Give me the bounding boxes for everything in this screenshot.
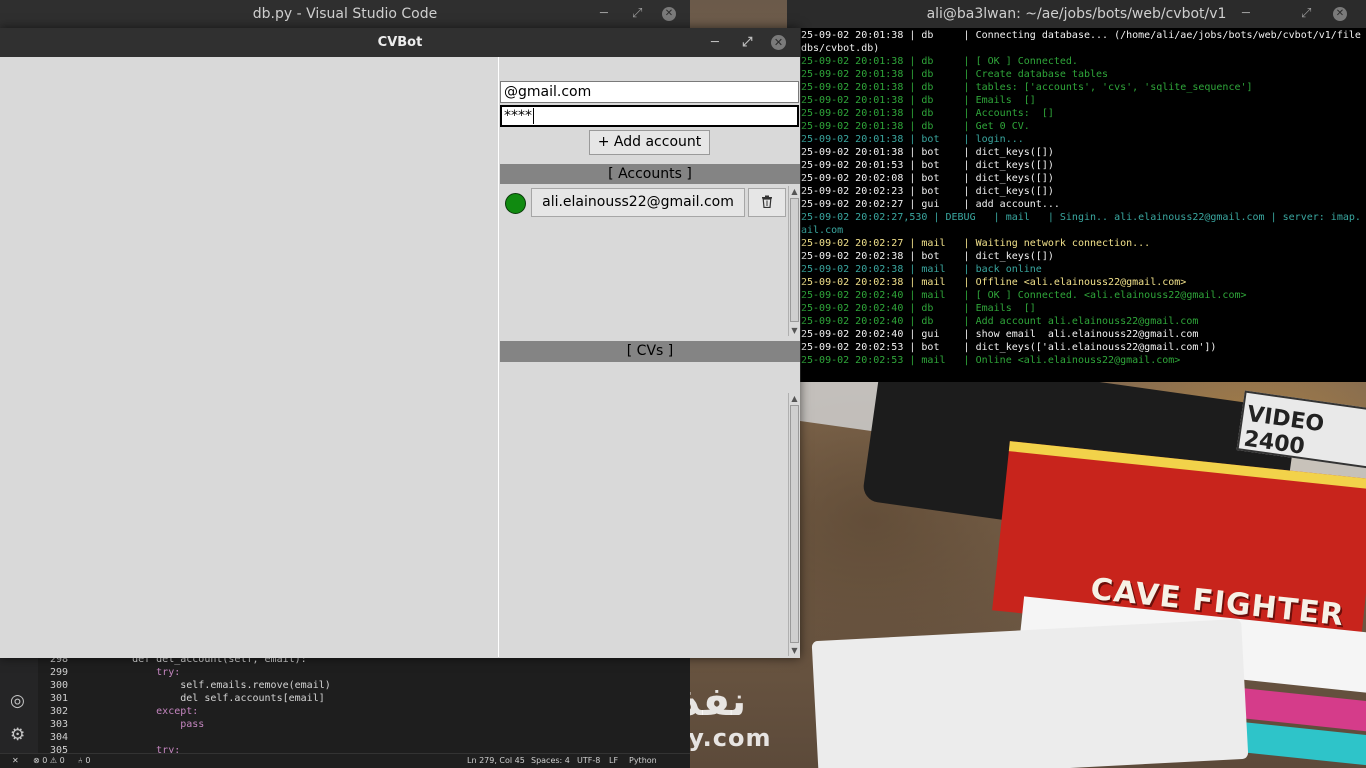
terminal-output[interactable]: 25-09-02 20:01:38 | db | Connecting data… [801,28,1366,382]
add-account-button[interactable]: + Add account [589,130,710,155]
terminal-line: ail.com [801,225,844,236]
code-line: 304 [49,732,68,743]
terminal-line: 25-09-02 20:01:38 | db | tables: ['accou… [801,82,1253,93]
terminal-line: 25-09-02 20:02:40 | db | Emails [] [801,303,1036,314]
language-mode[interactable]: Python [629,754,657,768]
cursor-position[interactable]: Ln 279, Col 45 [467,754,525,768]
code-line: 300 self.emails.remove(email) [49,680,331,691]
terminal-line: 25-09-02 20:01:38 | bot | login... [801,134,1024,145]
text-cursor [533,108,534,124]
control-panel: **** + Add account [ Accounts ] ali.elai… [500,57,800,657]
vscode-titlebar[interactable]: db.py - Visual Studio Code ─ ⤢ ✕ [0,0,690,28]
password-mask: **** [504,108,532,124]
scroll-up-icon[interactable]: ▲ [789,186,800,197]
terminal-line: 25-09-02 20:01:53 | bot | dict_keys([]) [801,160,1054,171]
cvbot-titlebar[interactable]: CVBot ─ ⤢ ✕ [0,28,800,57]
terminal-line: 25-09-02 20:01:38 | db | Connecting data… [801,30,1361,41]
code-line: 302 except: [49,706,199,717]
cvbot-title: CVBot [377,35,423,50]
terminal-line: 25-09-02 20:02:40 | gui | show email ali… [801,329,1199,340]
cv-preview-pane [1,57,499,657]
cvs-list: ▲ ▼ [500,391,800,657]
terminal-titlebar[interactable]: ali@ba3lwan: ~/ae/jobs/bots/web/cvbot/v1… [787,0,1366,28]
terminal-line: 25-09-02 20:02:38 | bot | dict_keys([]) [801,251,1054,262]
terminal-line: 25-09-02 20:02:53 | bot | dict_keys(['al… [801,342,1217,353]
terminal-line: 25-09-02 20:02:38 | mail | Offline <ali.… [801,277,1187,288]
close-icon[interactable]: ✕ [662,7,676,21]
terminal-line: 25-09-02 20:01:38 | bot | dict_keys([]) [801,147,1054,158]
minimize-icon[interactable]: ─ [711,28,719,57]
online-status-icon [505,193,526,214]
encoding[interactable]: UTF-8 [577,754,600,768]
terminal-line: 25-09-02 20:01:38 | db | Emails [] [801,95,1036,106]
close-icon[interactable]: ✕ [1333,7,1347,21]
scroll-down-icon[interactable]: ▼ [789,325,800,336]
terminal-line: 25-09-02 20:02:27,530 | DEBUG | mail | S… [801,212,1361,223]
account-icon[interactable]: ◎ [10,691,25,711]
email-input[interactable] [500,81,799,103]
maximize-icon[interactable]: ⤢ [1301,0,1311,28]
terminal-line: 25-09-02 20:02:53 | mail | Online <ali.e… [801,355,1181,366]
maximize-icon[interactable]: ⤢ [742,28,752,57]
terminal-line: 25-09-02 20:02:40 | db | Add account ali… [801,316,1199,327]
terminal-window: ali@ba3lwan: ~/ae/jobs/bots/web/cvbot/v1… [787,0,1366,382]
terminal-line: 25-09-02 20:02:08 | bot | dict_keys([]) [801,173,1054,184]
terminal-line: 25-09-02 20:01:38 | db | Create database… [801,69,1109,80]
ports-status[interactable]: ⑃ 0 [78,754,90,768]
code-line: 299 try: [49,667,181,678]
cvs-scrollbar[interactable]: ▲ ▼ [788,393,800,656]
terminal-title: ali@ba3lwan: ~/ae/jobs/bots/web/cvbot/v1 [926,6,1227,22]
terminal-line: 25-09-02 20:01:38 | db | Get 0 CV. [801,121,1030,132]
code-line: 303 pass [49,719,205,730]
terminal-line: 25-09-02 20:02:27 | mail | Waiting netwo… [801,238,1151,249]
minimize-icon[interactable]: ─ [1242,0,1250,28]
code-editor[interactable]: ◎ ⚙ 298 def del_account(self, email): 29… [0,655,690,753]
delete-account-button[interactable] [748,188,786,217]
scroll-thumb[interactable] [790,198,799,322]
terminal-line: 25-09-02 20:01:38 | db | [ OK ] Connecte… [801,56,1078,67]
account-row: ali.elainouss22@gmail.com [500,188,790,218]
accounts-list: ali.elainouss22@gmail.com ▲ ▼ [500,184,800,336]
problems-status[interactable]: ⊗ 0 ⚠ 0 [33,754,65,768]
settings-gear-icon[interactable]: ⚙ [10,725,25,745]
terminal-line: 25-09-02 20:02:27 | gui | add account... [801,199,1060,210]
terminal-line: dbs/cvbot.db) [801,43,880,54]
scroll-up-icon[interactable]: ▲ [789,393,800,404]
accounts-header: [ Accounts ] [500,164,800,185]
maximize-icon[interactable]: ⤢ [632,0,642,28]
line-ending[interactable]: LF [609,754,618,768]
terminal-line: 25-09-02 20:02:40 | mail | [ OK ] Connec… [801,290,1247,301]
terminal-line: 25-09-02 20:02:23 | bot | dict_keys([]) [801,186,1054,197]
wallpaper-cassette-front [811,618,1249,768]
trash-icon [762,195,772,209]
code-line: 301 del self.accounts[email] [49,693,325,704]
cvs-header: [ CVs ] [500,341,800,362]
terminal-line: 25-09-02 20:01:38 | db | Accounts: [] [801,108,1054,119]
code-line: 305 try: [49,745,181,753]
terminal-line: 25-09-02 20:02:38 | mail | back online [801,264,1042,275]
activity-bar: ◎ ⚙ [0,655,38,753]
scroll-thumb[interactable] [790,405,799,643]
cvbot-window: CVBot ─ ⤢ ✕ **** + Add account [ Account… [0,28,800,658]
minimize-icon[interactable]: ─ [600,0,608,28]
remote-icon[interactable]: ✕ [12,754,19,768]
vscode-title: db.py - Visual Studio Code [252,6,438,22]
vscode-status-bar: ✕ ⊗ 0 ⚠ 0 ⑃ 0 Ln 279, Col 45 Spaces: 4 U… [0,753,690,768]
scroll-down-icon[interactable]: ▼ [789,645,800,656]
password-input[interactable]: **** [500,105,799,127]
close-icon[interactable]: ✕ [771,35,786,50]
indent-spaces[interactable]: Spaces: 4 [531,754,570,768]
account-email-button[interactable]: ali.elainouss22@gmail.com [531,188,745,217]
accounts-scrollbar[interactable]: ▲ ▼ [788,186,800,336]
